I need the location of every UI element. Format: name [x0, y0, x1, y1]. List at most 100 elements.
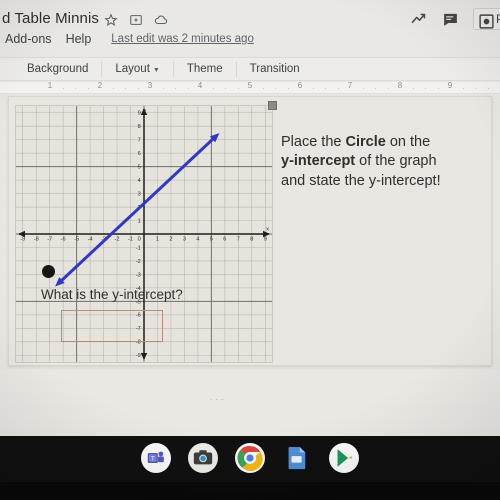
prompt-line1-c: on the: [385, 134, 431, 150]
x-axis-tick-label: 6: [223, 237, 226, 243]
x-axis-tick-label: 3: [183, 237, 186, 243]
toolbar-transition-label: Transition: [249, 63, 300, 75]
ruler-tick: [187, 88, 189, 89]
ruler-tick: [175, 88, 176, 89]
ruler-number: 5: [247, 82, 253, 90]
ruler-tick: [75, 88, 76, 89]
ruler-tick: [375, 88, 376, 89]
device-bezel: [0, 482, 500, 500]
ruler-tick: [112, 88, 114, 89]
svg-text:T: T: [151, 455, 155, 462]
ruler-tick: [212, 88, 214, 89]
camera-icon[interactable]: [188, 443, 218, 473]
x-axis-tick-label: -5: [74, 237, 79, 243]
slides-toolbar: Background Layout ▼ Theme Transition: [0, 57, 500, 81]
ruler-number: 7: [347, 82, 353, 90]
toolbar-background-button[interactable]: Background: [14, 61, 103, 77]
answer-input-box[interactable]: [61, 310, 163, 342]
y-axis-tick-label: 9: [138, 111, 141, 117]
ruler-tick: [237, 88, 239, 89]
activity-chart-icon[interactable]: [411, 11, 428, 28]
ruler-number: 9: [447, 82, 453, 90]
header-tools: Pr: [411, 8, 500, 30]
chrome-icon[interactable]: [235, 443, 265, 473]
ruler-number: 2: [97, 82, 103, 90]
y-axis-title: y: [143, 109, 146, 115]
ruler-tick: [125, 88, 126, 89]
ruler-tick: [262, 88, 264, 89]
y-axis-tick-label: -3: [136, 272, 141, 278]
x-axis-tick-label: 1: [156, 237, 159, 243]
slide-editor-background: ...: [0, 370, 500, 436]
toolbar-background-label: Background: [27, 63, 89, 75]
ruler-tick: [462, 88, 464, 89]
ruler-tick: [312, 88, 314, 89]
x-axis-title: x: [266, 226, 269, 232]
y-axis-tick-label: -2: [136, 259, 141, 265]
ruler-tick: [275, 88, 276, 89]
prompt-line1-a: Place the: [281, 134, 346, 150]
prompt-yintercept-bold: y-intercept: [281, 153, 356, 170]
present-button[interactable]: Pr: [473, 8, 500, 30]
x-axis-tick-label: -7: [47, 237, 52, 243]
y-axis-tick-label: 8: [138, 124, 141, 130]
ruler-tick: [362, 88, 364, 89]
toolbar-transition-button[interactable]: Transition: [237, 61, 313, 77]
menu-item-add-ons[interactable]: Add-ons: [5, 32, 52, 46]
toolbar-layout-label: Layout: [115, 63, 150, 75]
google-slides-icon[interactable]: [282, 443, 312, 473]
ruler-number: 6: [297, 82, 303, 90]
ruler-tick: [425, 88, 426, 89]
toolbar-theme-button[interactable]: Theme: [174, 61, 237, 77]
ruler-tick: [487, 88, 489, 89]
axis-tick-origin: 0: [138, 236, 141, 242]
title-bar: d Table Minnis Add-ons Help Last edit wa…: [0, 0, 500, 55]
y-axis-tick-label: -9: [136, 353, 141, 359]
ruler-tick: [287, 88, 289, 89]
chevron-down-icon: ▼: [152, 66, 160, 74]
document-title[interactable]: d Table Minnis: [2, 10, 99, 27]
ruler-tick: [475, 88, 476, 89]
prompt-line2-b: of the graph: [355, 153, 437, 170]
x-axis-tick-label: 5: [210, 237, 213, 243]
present-icon: [478, 13, 494, 29]
cloud-status-icon[interactable]: [154, 13, 168, 27]
x-axis-tick-label: 7: [237, 237, 240, 243]
x-axis-tick-label: -4: [88, 237, 93, 243]
x-axis-tick-label: 4: [196, 237, 199, 243]
ruler-tick: [337, 88, 339, 89]
x-axis-tick-label: -8: [34, 237, 39, 243]
prompt-circle-bold: Circle: [345, 134, 386, 150]
y-axis-tick-label: -1: [136, 245, 141, 251]
present-label: Pr: [496, 12, 500, 26]
star-icon[interactable]: [104, 13, 118, 27]
slide-notes-dots: ...: [210, 392, 227, 402]
ruler-tick: [412, 88, 414, 89]
play-store-icon[interactable]: [329, 443, 359, 473]
x-axis-tick-label: 2: [169, 237, 172, 243]
y-axis-tick-label: 4: [138, 178, 141, 184]
prompt-line3: and state the y-intercept!: [281, 172, 441, 189]
ruler-tick: [137, 88, 139, 89]
ruler-tick: [325, 88, 326, 89]
y-axis-tick-label: 7: [138, 138, 141, 144]
ruler-number: 1: [47, 82, 53, 90]
y-axis-tick-label: 3: [138, 191, 141, 197]
selection-handle-top-right[interactable]: [268, 101, 277, 110]
comment-icon[interactable]: [442, 11, 459, 28]
menu-item-help[interactable]: Help: [66, 32, 92, 46]
app-window: d Table Minnis Add-ons Help Last edit wa…: [0, 0, 500, 436]
x-axis-tick-label: 9: [264, 237, 267, 243]
last-edit-link[interactable]: Last edit was 2 minutes ago: [111, 33, 254, 45]
x-axis-tick-label: -2: [115, 237, 120, 243]
move-to-folder-icon[interactable]: [129, 13, 143, 27]
title-icon-group: [104, 13, 168, 27]
menu-bar: Add-ons Help Last edit was 2 minutes ago: [0, 32, 254, 46]
horizontal-ruler[interactable]: 1 2 3 4 5 6 7 8 9: [0, 82, 500, 94]
toolbar-layout-button[interactable]: Layout ▼: [102, 61, 174, 77]
slide-canvas[interactable]: -9-8-7-6-5-4-3-2-10123456789-9-8-7-6-5-4…: [8, 96, 492, 366]
ruler-tick: [87, 88, 89, 89]
teams-icon[interactable]: T: [141, 443, 171, 473]
draggable-circle-shape[interactable]: [42, 265, 55, 278]
x-axis-tick-label: -1: [128, 237, 133, 243]
